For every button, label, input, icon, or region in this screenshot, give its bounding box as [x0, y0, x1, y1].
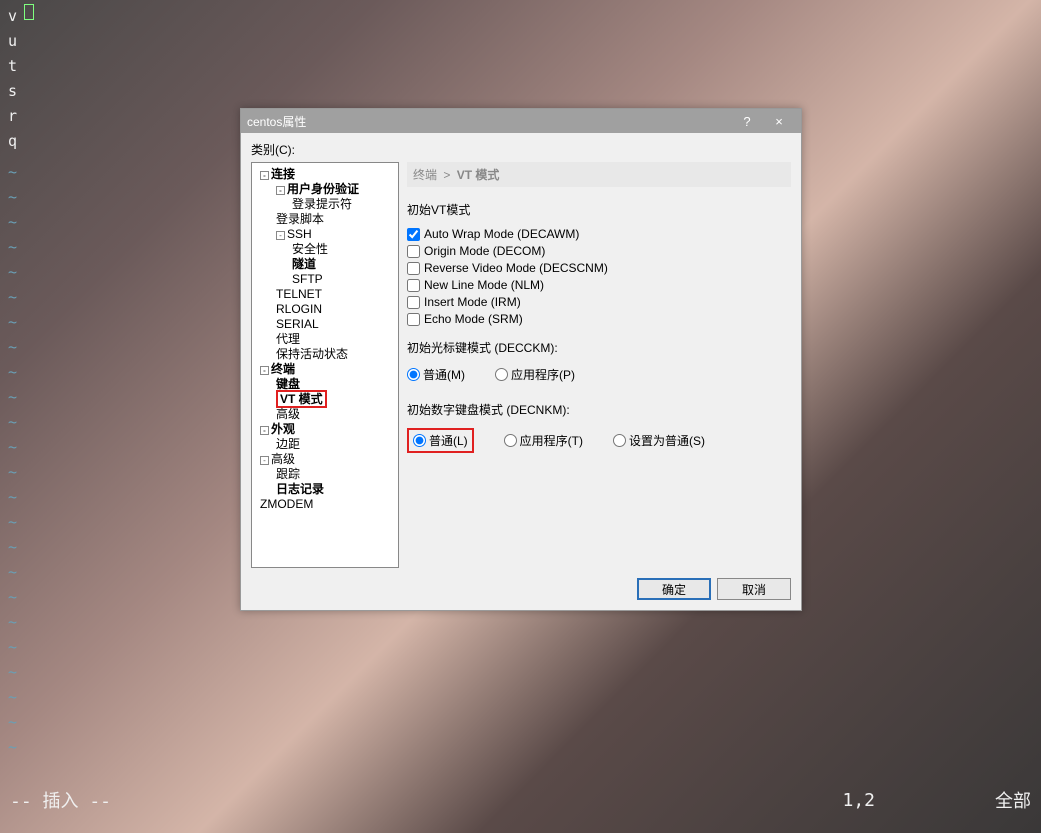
tree-expander-icon[interactable]: -: [260, 366, 269, 375]
tree-item[interactable]: 跟踪: [254, 467, 396, 482]
tree-item[interactable]: RLOGIN: [254, 302, 396, 317]
tree-item[interactable]: -连接: [254, 167, 396, 182]
dialog-titlebar[interactable]: centos属性 ? ×: [241, 109, 801, 133]
checkbox-input[interactable]: [407, 296, 420, 309]
close-button[interactable]: ×: [763, 109, 795, 133]
checkbox-row[interactable]: Echo Mode (SRM): [407, 312, 791, 326]
tree-item[interactable]: -用户身份验证: [254, 182, 396, 197]
properties-dialog: centos属性 ? × 类别(C): -连接-用户身份验证登录提示符登录脚本-…: [240, 108, 802, 611]
radio-option[interactable]: 设置为普通(S): [613, 432, 705, 449]
radio-input[interactable]: [413, 434, 426, 447]
status-cursor-position: 1,2: [842, 790, 875, 811]
tree-item[interactable]: -SSH: [254, 227, 396, 242]
tree-item[interactable]: 保持活动状态: [254, 347, 396, 362]
checkbox-row[interactable]: Origin Mode (DECOM): [407, 244, 791, 258]
tree-item[interactable]: -终端: [254, 362, 396, 377]
tree-item[interactable]: 日志记录: [254, 482, 396, 497]
tree-item[interactable]: SERIAL: [254, 317, 396, 332]
radio-input[interactable]: [407, 368, 420, 381]
tree-item[interactable]: 登录脚本: [254, 212, 396, 227]
checkbox-input[interactable]: [407, 228, 420, 241]
checkbox-input[interactable]: [407, 262, 420, 275]
tree-item[interactable]: 代理: [254, 332, 396, 347]
checkbox-row[interactable]: Auto Wrap Mode (DECAWM): [407, 227, 791, 241]
keypad-section-title: 初始数字键盘模式 (DECNKM):: [407, 401, 791, 418]
tree-expander-icon[interactable]: -: [260, 171, 269, 180]
tree-item[interactable]: 登录提示符: [254, 197, 396, 212]
tree-expander-icon[interactable]: -: [276, 186, 285, 195]
tree-expander-icon[interactable]: -: [260, 426, 269, 435]
checkbox-row[interactable]: Reverse Video Mode (DECSCNM): [407, 261, 791, 275]
terminal-editor-lines: vutsrq: [8, 4, 17, 154]
cursor-section-title: 初始光标键模式 (DECCKM):: [407, 339, 791, 356]
checkbox-row[interactable]: New Line Mode (NLM): [407, 278, 791, 292]
vt-mode-section-title: 初始VT模式: [407, 201, 791, 218]
keypad-radio-group: 普通(L) 应用程序(T) 设置为普通(S): [407, 428, 791, 453]
tree-item[interactable]: -外观: [254, 422, 396, 437]
terminal-tilde-column: ~~~~~~~~~~~~~~~~~~~~~~~~: [8, 160, 17, 760]
tree-item[interactable]: -高级: [254, 452, 396, 467]
checkbox-row[interactable]: Insert Mode (IRM): [407, 295, 791, 309]
tree-expander-icon[interactable]: -: [260, 456, 269, 465]
tree-item[interactable]: ZMODEM: [254, 497, 396, 512]
ok-button[interactable]: 确定: [637, 578, 711, 600]
breadcrumb: 终端 > VT 模式: [407, 162, 791, 187]
tree-item[interactable]: VT 模式: [254, 392, 396, 407]
terminal-cursor: [24, 4, 34, 20]
status-mode: -- 插入 --: [10, 787, 111, 813]
content-panel: 终端 > VT 模式 初始VT模式 Auto Wrap Mode (DECAWM…: [407, 162, 791, 568]
checkbox-input[interactable]: [407, 279, 420, 292]
cursor-radio-group: 普通(M) 应用程序(P): [407, 366, 791, 383]
terminal-status-bar: -- 插入 -- 1,2 全部: [0, 785, 1041, 815]
radio-option[interactable]: 应用程序(T): [504, 432, 583, 449]
radio-input[interactable]: [495, 368, 508, 381]
tree-item[interactable]: SFTP: [254, 272, 396, 287]
vt-mode-checkboxes: Auto Wrap Mode (DECAWM) Origin Mode (DECO…: [407, 224, 791, 329]
radio-option[interactable]: 普通(L): [407, 428, 474, 453]
radio-input[interactable]: [504, 434, 517, 447]
dialog-title: centos属性: [247, 113, 731, 130]
tree-item[interactable]: 安全性: [254, 242, 396, 257]
tree-item[interactable]: 隧道: [254, 257, 396, 272]
help-button[interactable]: ?: [731, 109, 763, 133]
category-tree[interactable]: -连接-用户身份验证登录提示符登录脚本-SSH安全性隧道SFTPTELNETRL…: [251, 162, 399, 568]
radio-option[interactable]: 普通(M): [407, 366, 465, 383]
radio-input[interactable]: [613, 434, 626, 447]
category-label: 类别(C):: [251, 141, 791, 158]
status-right: 全部: [995, 787, 1031, 813]
tree-item[interactable]: 边距: [254, 437, 396, 452]
cancel-button[interactable]: 取消: [717, 578, 791, 600]
tree-item[interactable]: 高级: [254, 407, 396, 422]
radio-option[interactable]: 应用程序(P): [495, 366, 575, 383]
tree-item[interactable]: TELNET: [254, 287, 396, 302]
checkbox-input[interactable]: [407, 245, 420, 258]
tree-expander-icon[interactable]: -: [276, 231, 285, 240]
checkbox-input[interactable]: [407, 313, 420, 326]
